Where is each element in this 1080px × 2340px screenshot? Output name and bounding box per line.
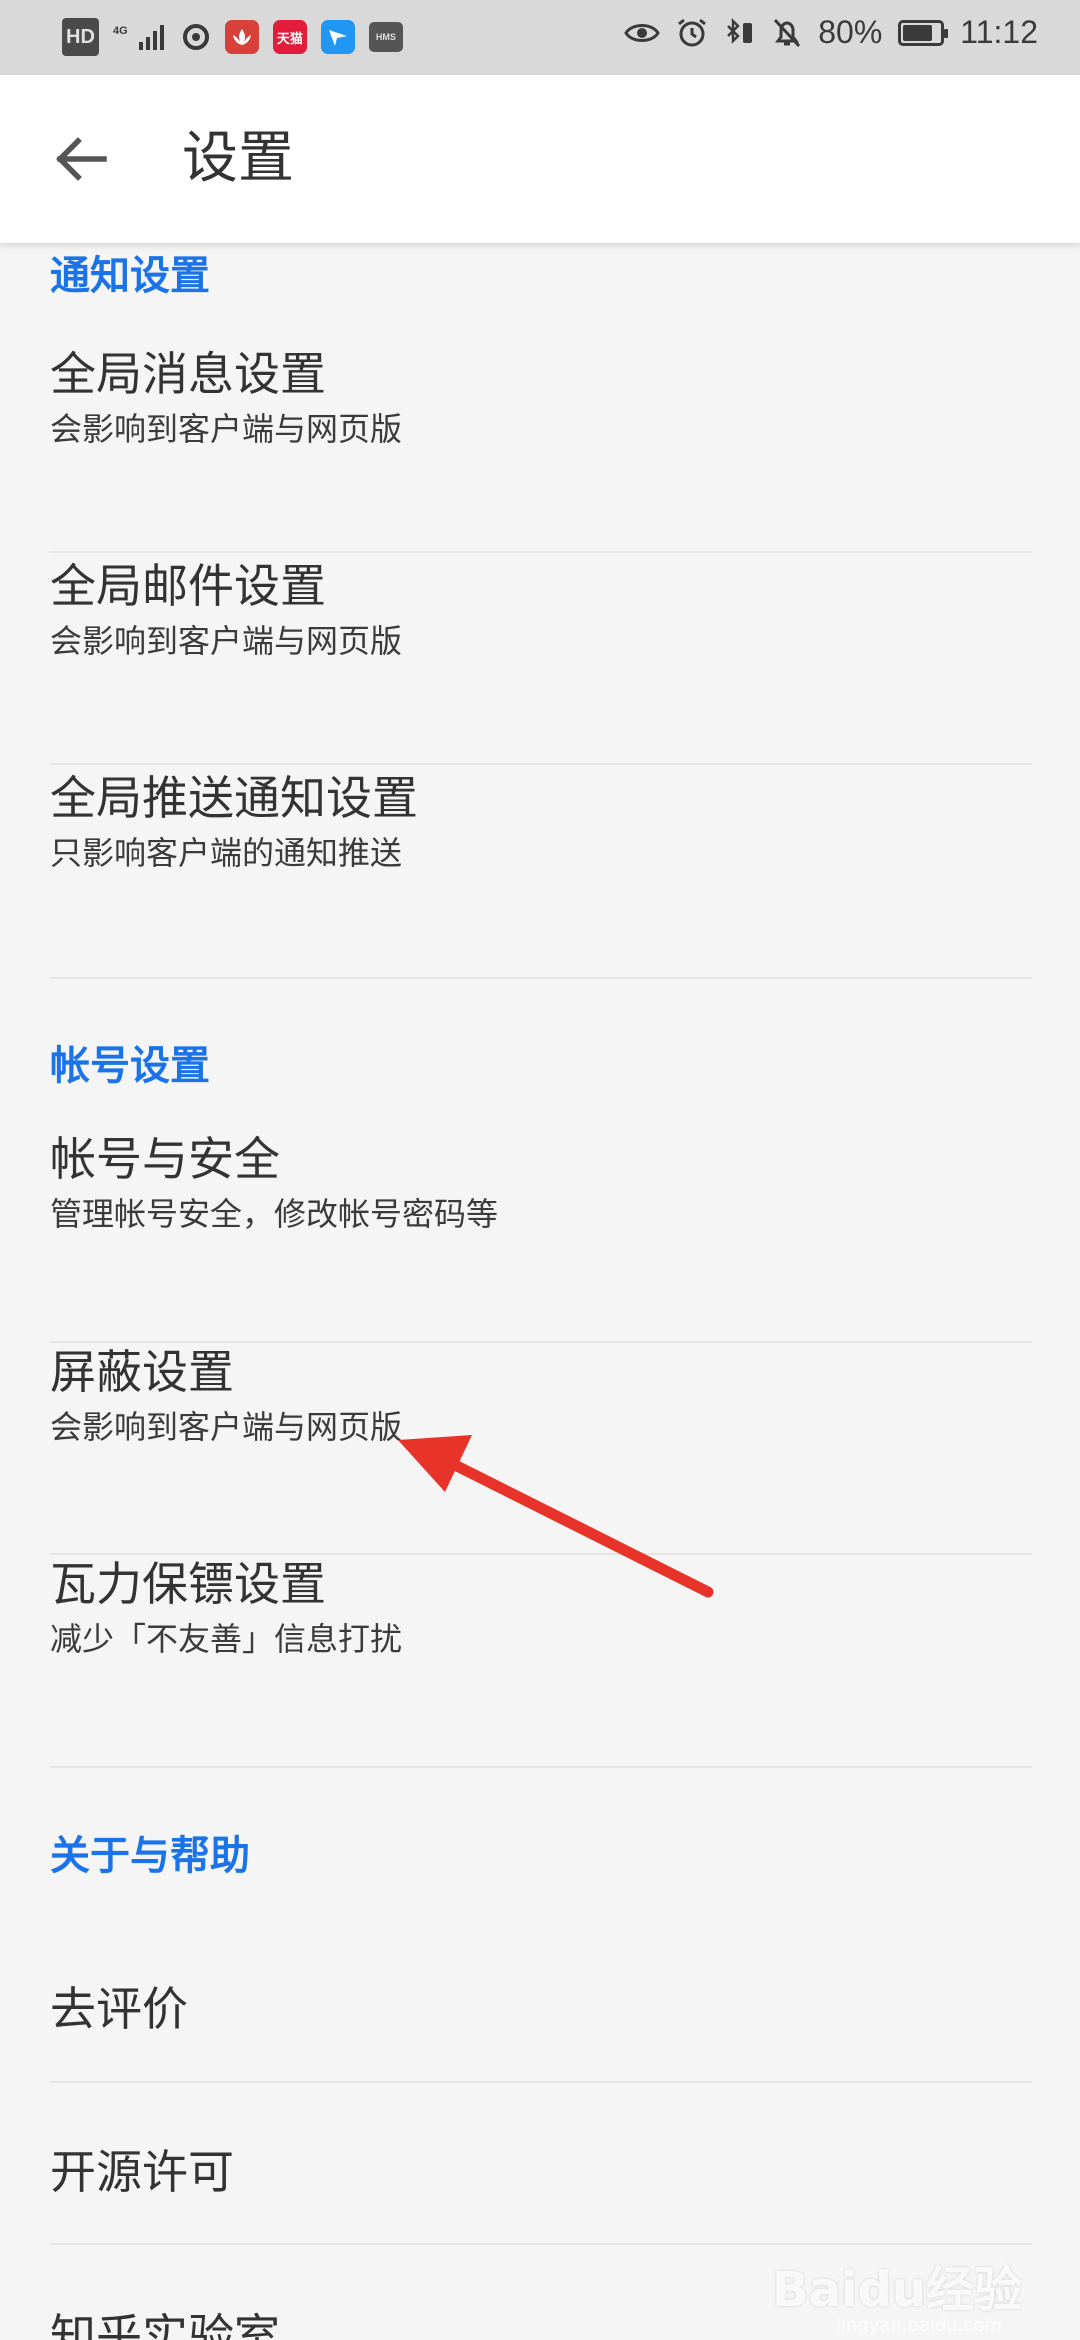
item-subtitle: 管理帐号安全，修改帐号密码等 (50, 1195, 499, 1233)
section-header-notify: 通知设置 (50, 253, 210, 299)
item-title: 全局推送通知设置 (50, 771, 418, 825)
baidu-watermark: Baidu经验 (772, 2262, 1022, 2318)
settings-item-push-notification[interactable]: 全局推送通知设置 只影响客户端的通知推送 (0, 762, 1080, 912)
network-type-label: 4G (113, 25, 128, 37)
settings-item-rate[interactable]: 去评价 (0, 1973, 1080, 2053)
back-button[interactable] (40, 119, 120, 199)
item-subtitle: 减少「不友善」信息打扰 (50, 1620, 403, 1658)
item-title: 全局邮件设置 (50, 559, 326, 613)
item-title: 屏蔽设置 (50, 1345, 234, 1399)
item-title: 知乎实验室 (50, 2309, 280, 2340)
item-title: 瓦力保镖设置 (50, 1557, 326, 1611)
alarm-icon (676, 16, 708, 50)
divider (50, 2243, 1032, 2245)
eye-icon (624, 16, 661, 50)
app-bar: 设置 (0, 75, 1080, 243)
feishu-app-icon (320, 20, 355, 54)
item-subtitle: 会影响到客户端与网页版 (50, 410, 403, 448)
item-subtitle: 会影响到客户端与网页版 (50, 1408, 403, 1446)
item-title: 全局消息设置 (50, 347, 326, 401)
hms-app-icon: HMS (368, 22, 403, 52)
netease-music-icon (181, 20, 211, 54)
page-title: 设置 (182, 126, 294, 191)
battery-percent: 80% (818, 14, 883, 50)
item-title: 帐号与安全 (50, 1132, 280, 1186)
status-right-icons: 80% 11:12 (624, 14, 1038, 51)
settings-item-block[interactable]: 屏蔽设置 会影响到客户端与网页版 (0, 1336, 1080, 1486)
settings-item-open-source[interactable]: 开源许可 (0, 2136, 1080, 2216)
item-subtitle: 只影响客户端的通知推送 (50, 834, 403, 872)
section-header-about: 关于与帮助 (50, 1833, 250, 1879)
section-header-account: 帐号设置 (50, 1043, 210, 1089)
battery-icon (898, 19, 949, 46)
baidu-watermark-url: jingyan.baidu.com (835, 2315, 1002, 2336)
settings-list[interactable]: 通知设置 全局消息设置 会影响到客户端与网页版 全局邮件设置 会影响到客户端与网… (0, 243, 1080, 2340)
settings-item-wali-guard[interactable]: 瓦力保镖设置 减少「不友善」信息打扰 (0, 1548, 1080, 1698)
bluetooth-battery-icon (724, 16, 756, 50)
notifications-off-icon (772, 16, 802, 50)
settings-item-account-security[interactable]: 帐号与安全 管理帐号安全，修改帐号密码等 (0, 1123, 1080, 1273)
tmall-app-icon: 天猫 (272, 20, 307, 54)
status-bar: HD 4G 天猫 HMS 80% 11:12 (0, 0, 1080, 75)
settings-item-global-message[interactable]: 全局消息设置 会影响到客户端与网页版 (0, 338, 1080, 488)
clock: 11:12 (960, 14, 1038, 50)
divider (50, 977, 1032, 979)
signal-icon: 4G (113, 20, 167, 54)
divider (50, 2081, 1032, 2083)
item-title: 开源许可 (50, 2145, 234, 2199)
arrow-left-icon (56, 137, 107, 181)
battery-fill (903, 24, 933, 41)
divider (50, 1766, 1032, 1768)
item-title: 去评价 (50, 1982, 188, 2036)
settings-item-global-email[interactable]: 全局邮件设置 会影响到客户端与网页版 (0, 550, 1080, 700)
lotus-app-icon (224, 20, 259, 54)
hd-indicator: HD (62, 18, 99, 56)
status-left-icons: HD 4G 天猫 HMS (62, 18, 403, 56)
item-subtitle: 会影响到客户端与网页版 (50, 622, 403, 660)
